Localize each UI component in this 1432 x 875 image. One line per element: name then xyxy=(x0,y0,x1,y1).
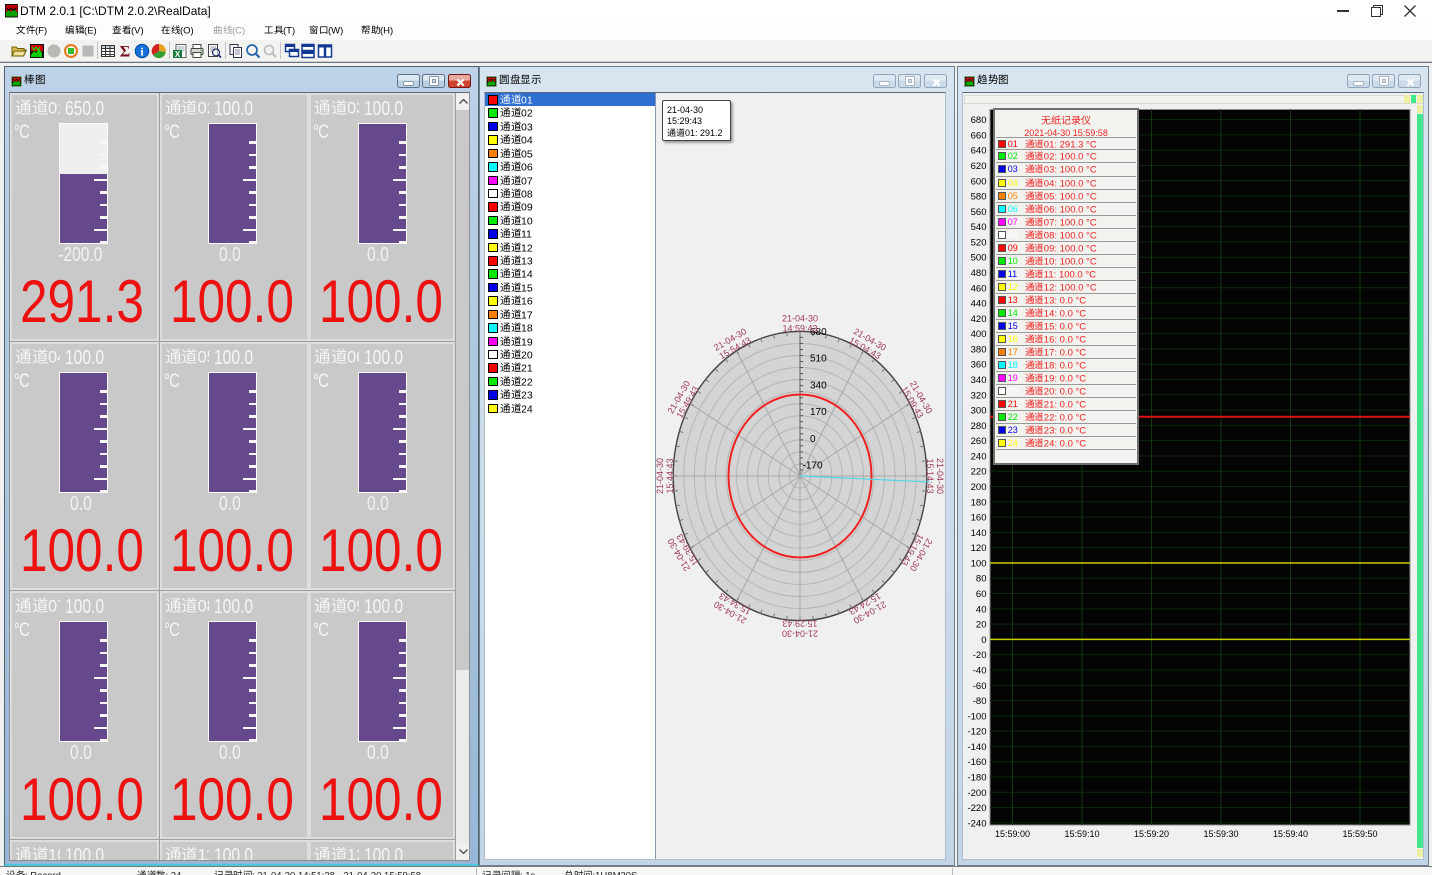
svg-text:-60: -60 xyxy=(973,681,987,692)
svg-text:X: X xyxy=(175,50,181,59)
svg-text:-40: -40 xyxy=(973,665,987,676)
svg-text:580: 580 xyxy=(971,192,987,203)
svg-text:0: 0 xyxy=(981,635,986,646)
svg-text:340: 340 xyxy=(971,375,987,386)
svg-text:-120: -120 xyxy=(967,727,986,738)
svg-text:-160: -160 xyxy=(967,757,986,768)
svg-text:300: 300 xyxy=(971,406,987,417)
svg-text:420: 420 xyxy=(971,314,987,325)
svg-text:-170: -170 xyxy=(803,460,823,471)
svg-text:620: 620 xyxy=(971,161,987,172)
svg-text:220: 220 xyxy=(971,467,987,478)
svg-text:21-04-30: 21-04-30 xyxy=(655,458,665,494)
svg-text:15:59:20: 15:59:20 xyxy=(1134,829,1169,839)
svg-text:60: 60 xyxy=(976,589,987,600)
svg-text:360: 360 xyxy=(971,360,987,371)
svg-text:660: 660 xyxy=(971,130,987,141)
svg-text:260: 260 xyxy=(971,436,987,447)
svg-text:510: 510 xyxy=(810,354,827,365)
svg-text:680: 680 xyxy=(971,115,987,126)
svg-text:200: 200 xyxy=(971,482,987,493)
svg-text:21-04-30: 21-04-30 xyxy=(782,313,818,323)
svg-text:15:44:43: 15:44:43 xyxy=(665,458,675,493)
svg-text:40: 40 xyxy=(976,604,987,615)
svg-text:600: 600 xyxy=(971,176,987,187)
svg-text:80: 80 xyxy=(976,574,987,585)
svg-text:480: 480 xyxy=(971,268,987,279)
svg-text:Σ: Σ xyxy=(120,44,130,60)
svg-text:520: 520 xyxy=(971,237,987,248)
svg-text:460: 460 xyxy=(971,283,987,294)
svg-text:160: 160 xyxy=(971,513,987,524)
svg-text:340: 340 xyxy=(810,380,827,391)
svg-text:440: 440 xyxy=(971,299,987,310)
svg-text:15:59:50: 15:59:50 xyxy=(1342,829,1377,839)
svg-text:500: 500 xyxy=(971,253,987,264)
svg-text:15:59:10: 15:59:10 xyxy=(1064,829,1099,839)
svg-text:21-04-30: 21-04-30 xyxy=(935,458,945,494)
svg-text:560: 560 xyxy=(971,207,987,218)
svg-text:21-04-30: 21-04-30 xyxy=(782,629,818,639)
svg-text:-180: -180 xyxy=(967,772,986,783)
svg-text:-100: -100 xyxy=(967,711,986,722)
svg-text:180: 180 xyxy=(971,497,987,508)
svg-text:0: 0 xyxy=(810,434,816,445)
svg-text:100: 100 xyxy=(971,558,987,569)
svg-text:14:59:43: 14:59:43 xyxy=(782,323,817,333)
svg-text:320: 320 xyxy=(971,390,987,401)
svg-text:170: 170 xyxy=(810,407,827,418)
svg-text:-200: -200 xyxy=(967,788,986,799)
svg-text:15:59:00: 15:59:00 xyxy=(995,829,1030,839)
svg-text:540: 540 xyxy=(971,222,987,233)
svg-text:20: 20 xyxy=(976,620,987,631)
svg-text:240: 240 xyxy=(971,451,987,462)
svg-text:380: 380 xyxy=(971,344,987,355)
svg-text:280: 280 xyxy=(971,421,987,432)
svg-text:-80: -80 xyxy=(973,696,987,707)
svg-text:-240: -240 xyxy=(967,818,986,829)
svg-text:15:29:43: 15:29:43 xyxy=(782,619,817,629)
svg-text:15:59:40: 15:59:40 xyxy=(1273,829,1308,839)
svg-text:400: 400 xyxy=(971,329,987,340)
svg-text:120: 120 xyxy=(971,543,987,554)
svg-text:15:59:30: 15:59:30 xyxy=(1203,829,1238,839)
svg-text:-20: -20 xyxy=(973,650,987,661)
svg-text:15:14:43: 15:14:43 xyxy=(925,458,935,493)
svg-text:-140: -140 xyxy=(967,742,986,753)
svg-text:640: 640 xyxy=(971,146,987,157)
svg-text:-220: -220 xyxy=(967,803,986,814)
svg-text:140: 140 xyxy=(971,528,987,539)
